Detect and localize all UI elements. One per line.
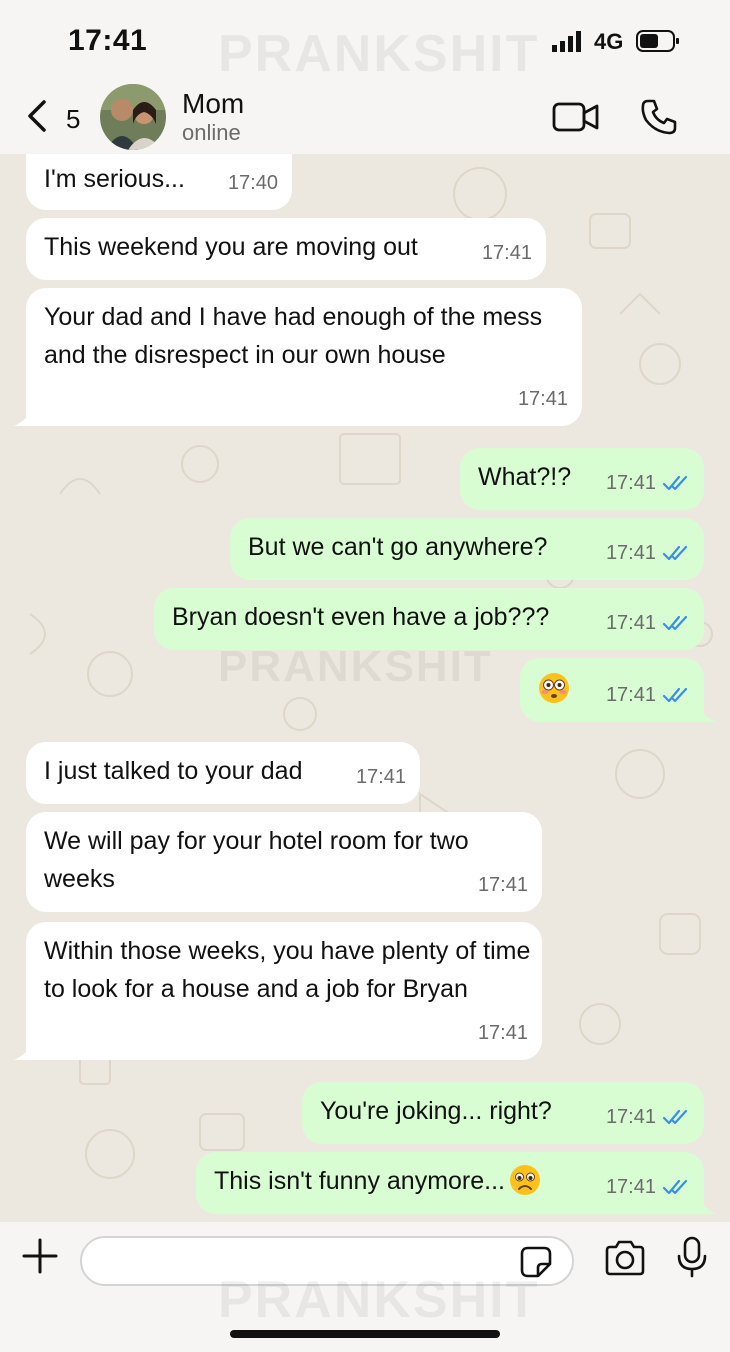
bubble-tail bbox=[694, 1192, 716, 1214]
message-bubble-outgoing[interactable]: You're joking... right? 17:41 bbox=[302, 1082, 704, 1144]
flushed-face-emoji-icon bbox=[539, 673, 569, 704]
avatar[interactable] bbox=[100, 84, 166, 150]
sticker-icon[interactable] bbox=[520, 1246, 552, 1278]
bubble-tail bbox=[14, 404, 36, 426]
message-time: 17:40 bbox=[227, 172, 278, 194]
network-type: 4G bbox=[594, 29, 624, 54]
message-time: 17:41 bbox=[481, 242, 532, 264]
message-text: Within those weeks, you have plenty of t… bbox=[44, 937, 531, 1003]
status-time: 17:41 bbox=[68, 24, 148, 57]
message-bubble-incoming[interactable]: This weekend you are moving out 17:41 bbox=[26, 218, 546, 280]
message-bubble-outgoing[interactable]: But we can't go anywhere? 17:41 bbox=[230, 518, 704, 580]
double-check-icon bbox=[662, 1179, 688, 1195]
message-time: 17:41 bbox=[605, 684, 656, 706]
video-camera-icon[interactable] bbox=[552, 100, 600, 134]
signal-icon bbox=[552, 31, 581, 52]
message-bubble-incoming[interactable]: We will pay for your hotel room for two … bbox=[26, 812, 542, 912]
message-time: 17:41 bbox=[605, 542, 656, 564]
double-check-icon bbox=[662, 687, 688, 703]
worried-face-emoji-icon bbox=[510, 1165, 541, 1196]
chat-area[interactable]: PRANKSHIT I'm serious... 17:40 This week… bbox=[0, 154, 730, 1222]
plus-icon[interactable] bbox=[22, 1238, 58, 1274]
chat-header: 5 Mom online bbox=[0, 80, 730, 154]
camera-icon[interactable] bbox=[604, 1240, 646, 1276]
double-check-icon bbox=[662, 475, 688, 491]
message-bubble-incoming[interactable]: Within those weeks, you have plenty of t… bbox=[14, 922, 542, 1060]
message-time: 17:41 bbox=[605, 472, 656, 494]
message-time: 17:41 bbox=[605, 1106, 656, 1128]
contact-status: online bbox=[182, 120, 241, 145]
status-bar: 17:41 4G bbox=[0, 0, 730, 80]
message-time: 17:41 bbox=[477, 1022, 528, 1044]
message-text: This weekend you are moving out bbox=[44, 233, 418, 261]
battery-icon bbox=[636, 30, 679, 52]
message-bubble-outgoing[interactable]: Bryan doesn't even have a job??? 17:41 bbox=[154, 588, 704, 650]
message-time: 17:41 bbox=[605, 612, 656, 634]
message-time: 17:41 bbox=[517, 388, 568, 410]
message-text: We will pay for your hotel room for two … bbox=[44, 827, 469, 893]
message-bubble-incoming[interactable]: Your dad and I have had enough of the me… bbox=[14, 288, 582, 426]
message-text: Your dad and I have had enough of the me… bbox=[44, 303, 543, 369]
message-text: I just talked to your dad bbox=[44, 757, 303, 785]
microphone-icon[interactable] bbox=[676, 1236, 708, 1278]
message-bubble-outgoing[interactable]: What?!? 17:41 bbox=[460, 448, 704, 510]
message-time: 17:41 bbox=[605, 1176, 656, 1198]
message-bubble-outgoing[interactable]: 17:41 bbox=[520, 658, 716, 722]
message-input[interactable] bbox=[80, 1236, 574, 1286]
back-unread-count[interactable]: 5 bbox=[66, 104, 80, 135]
message-text-content: This isn't funny anymore... bbox=[214, 1167, 506, 1195]
bubble-tail bbox=[14, 1038, 36, 1060]
message-bubble-outgoing[interactable]: This isn't funny anymore... 17:41 bbox=[196, 1152, 716, 1214]
message-time: 17:41 bbox=[477, 874, 528, 896]
double-check-icon bbox=[662, 615, 688, 631]
input-bar: PRANKSHIT bbox=[0, 1222, 730, 1352]
bubble-tail bbox=[694, 700, 716, 722]
message-time: 17:41 bbox=[355, 766, 406, 788]
home-indicator[interactable] bbox=[230, 1330, 500, 1338]
message-bubble-incoming[interactable]: I'm serious... 17:40 bbox=[26, 154, 292, 210]
phone-icon[interactable] bbox=[640, 98, 678, 136]
contact-name[interactable]: Mom bbox=[182, 88, 244, 120]
double-check-icon bbox=[662, 545, 688, 561]
chevron-left-icon[interactable] bbox=[24, 98, 50, 134]
double-check-icon bbox=[662, 1109, 688, 1125]
message-bubble-incoming[interactable]: I just talked to your dad 17:41 bbox=[26, 742, 420, 804]
